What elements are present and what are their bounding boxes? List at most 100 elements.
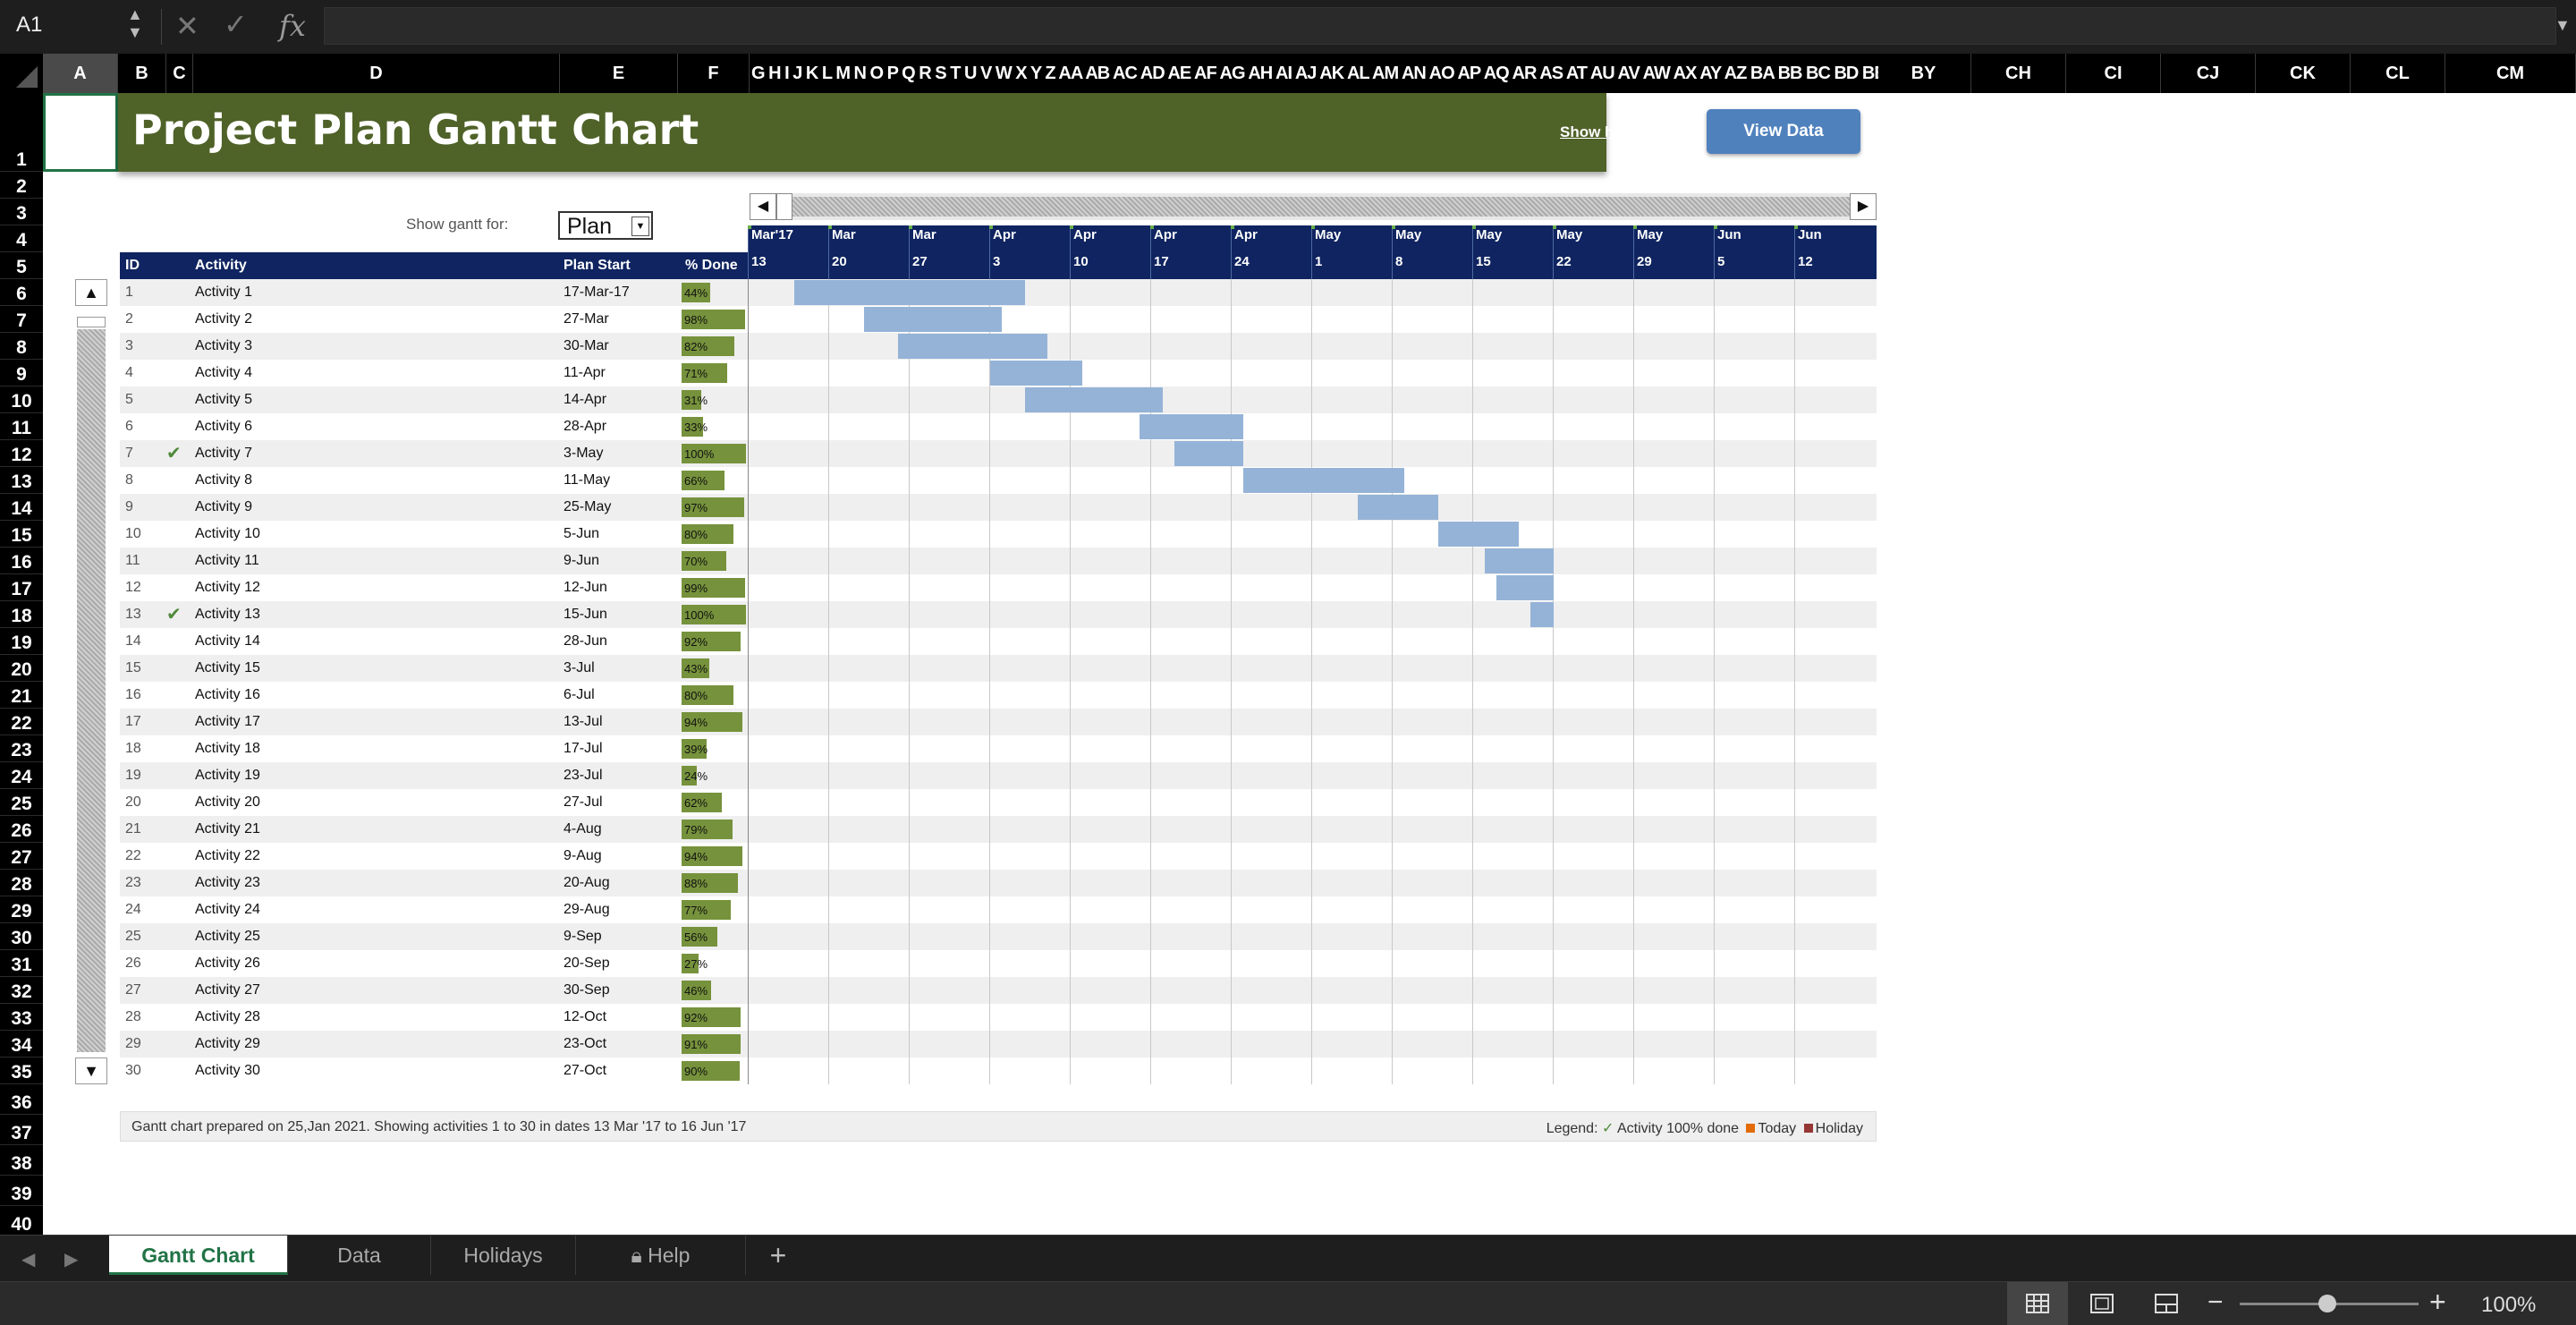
chevron-down-icon[interactable]: ▼ — [631, 217, 649, 236]
gantt-bar[interactable] — [863, 307, 1002, 332]
progress-cell[interactable]: 66% — [682, 471, 748, 490]
scroll-thumb[interactable] — [77, 317, 106, 327]
row-header[interactable]: 4 — [0, 225, 43, 252]
cancel-icon[interactable]: ✕ — [175, 9, 199, 43]
progress-cell[interactable]: 88% — [682, 873, 748, 893]
row-header[interactable]: 20 — [0, 655, 43, 682]
plan-start[interactable]: 14-Apr — [564, 392, 606, 408]
progress-cell[interactable]: 100% — [682, 605, 748, 624]
plan-start[interactable]: 4-Aug — [564, 821, 602, 837]
table-row[interactable]: 11 Activity 11 9-Jun 70% — [120, 548, 1877, 574]
row-header[interactable]: 1 — [0, 93, 43, 172]
plan-start[interactable]: 17-Jul — [564, 741, 603, 757]
progress-cell[interactable]: 46% — [682, 981, 748, 1000]
activity-name[interactable]: Activity 10 — [195, 526, 260, 542]
plan-start[interactable]: 23-Oct — [564, 1036, 606, 1052]
row-header[interactable]: 18 — [0, 601, 43, 628]
name-box-stepper[interactable]: ▲ ▼ — [127, 5, 143, 41]
progress-cell[interactable]: 77% — [682, 900, 748, 920]
activity-name[interactable]: Activity 24 — [195, 902, 260, 918]
row-header[interactable]: 9 — [0, 360, 43, 386]
activity-name[interactable]: Activity 1 — [195, 285, 252, 301]
zoom-slider-thumb[interactable] — [2318, 1295, 2336, 1312]
plan-start[interactable]: 27-Jul — [564, 794, 603, 811]
plan-start[interactable]: 3-May — [564, 446, 603, 462]
column-header-by[interactable]: BY — [1877, 54, 1971, 93]
progress-cell[interactable]: 94% — [682, 712, 748, 732]
activity-name[interactable]: Activity 4 — [195, 365, 252, 381]
progress-cell[interactable]: 33% — [682, 417, 748, 437]
table-row[interactable]: 8 Activity 8 11-May 66% — [120, 467, 1877, 494]
row-header[interactable]: 23 — [0, 735, 43, 762]
scroll-right-icon[interactable]: ▶ — [1850, 193, 1877, 220]
row-header[interactable]: 29 — [0, 896, 43, 923]
table-row[interactable]: 16 Activity 16 6-Jul 80% — [120, 682, 1877, 709]
table-row[interactable]: 14 Activity 14 28-Jun 92% — [120, 628, 1877, 655]
table-row[interactable]: 22 Activity 22 9-Aug 94% — [120, 843, 1877, 870]
plan-start[interactable]: 11-May — [564, 472, 610, 488]
row-header[interactable]: 15 — [0, 521, 43, 548]
plan-start[interactable]: 9-Jun — [564, 553, 599, 569]
enter-icon[interactable]: ✓ — [224, 7, 248, 41]
row-header[interactable]: 35 — [0, 1057, 43, 1084]
scroll-left-icon[interactable]: ◀ — [750, 193, 776, 220]
progress-cell[interactable]: 80% — [682, 524, 748, 544]
progress-cell[interactable]: 80% — [682, 685, 748, 705]
scroll-thumb[interactable] — [776, 193, 792, 220]
progress-cell[interactable]: 31% — [682, 390, 748, 410]
scroll-track[interactable] — [792, 197, 1850, 217]
progress-cell[interactable]: 27% — [682, 954, 748, 973]
row-header[interactable]: 25 — [0, 789, 43, 816]
activity-name[interactable]: Activity 23 — [195, 875, 260, 891]
table-row[interactable]: 9 Activity 9 25-May 97% — [120, 494, 1877, 521]
select-all-corner[interactable] — [0, 54, 44, 93]
gantt-bar[interactable] — [1496, 575, 1554, 600]
table-row[interactable]: 2 Activity 2 27-Mar 98% — [120, 306, 1877, 333]
table-row[interactable]: 26 Activity 26 20-Sep 27% — [120, 950, 1877, 977]
function-icon[interactable]: fx — [279, 9, 306, 43]
name-box[interactable]: A1 — [16, 13, 42, 38]
plan-start[interactable]: 23-Jul — [564, 768, 603, 784]
tab-help[interactable]: 🔒︎ Help — [576, 1236, 746, 1275]
table-row[interactable]: 15 Activity 15 3-Jul 43% — [120, 655, 1877, 682]
progress-cell[interactable]: 24% — [682, 766, 748, 786]
page-break-view-icon[interactable] — [2136, 1282, 2197, 1325]
gantt-bar[interactable] — [898, 334, 1048, 359]
table-row[interactable]: 27 Activity 27 30-Sep 46% — [120, 977, 1877, 1004]
row-header[interactable]: 28 — [0, 870, 43, 896]
activity-name[interactable]: Activity 17 — [195, 714, 260, 730]
activity-name[interactable]: Activity 14 — [195, 633, 260, 650]
activity-name[interactable]: Activity 28 — [195, 1009, 260, 1025]
row-header[interactable]: 40 — [0, 1206, 43, 1236]
table-row[interactable]: 24 Activity 24 29-Aug 77% — [120, 896, 1877, 923]
plan-start[interactable]: 11-Apr — [564, 365, 606, 381]
row-header[interactable]: 27 — [0, 843, 43, 870]
plan-start[interactable]: 12-Jun — [564, 580, 607, 596]
progress-cell[interactable]: 79% — [682, 820, 748, 839]
progress-cell[interactable]: 82% — [682, 336, 748, 356]
plan-start[interactable]: 28-Apr — [564, 419, 606, 435]
progress-cell[interactable]: 91% — [682, 1034, 748, 1054]
progress-cell[interactable]: 44% — [682, 283, 748, 302]
table-row[interactable]: 20 Activity 20 27-Jul 62% — [120, 789, 1877, 816]
tab-prev-icon[interactable]: ◀ — [21, 1248, 35, 1270]
plan-start[interactable]: 5-Jun — [564, 526, 599, 542]
progress-cell[interactable]: 70% — [682, 551, 748, 571]
table-row[interactable]: 5 Activity 5 14-Apr 31% — [120, 386, 1877, 413]
column-header-b[interactable]: B — [118, 54, 166, 93]
add-sheet-button[interactable]: + — [751, 1236, 805, 1275]
row-header[interactable]: 2 — [0, 172, 43, 199]
table-row[interactable]: 4 Activity 4 11-Apr 71% — [120, 360, 1877, 386]
gantt-bar[interactable] — [1358, 495, 1439, 520]
column-header-e[interactable]: E — [560, 54, 678, 93]
activity-name[interactable]: Activity 25 — [195, 929, 260, 945]
tab-holidays[interactable]: Holidays — [431, 1236, 576, 1275]
activity-name[interactable]: Activity 9 — [195, 499, 252, 515]
table-row[interactable]: 19 Activity 19 23-Jul 24% — [120, 762, 1877, 789]
activity-scrollbar[interactable]: ▲ ▼ — [75, 279, 107, 1084]
table-row[interactable]: 13 ✔ Activity 13 15-Jun 100% — [120, 601, 1877, 628]
table-row[interactable]: 25 Activity 25 9-Sep 56% — [120, 923, 1877, 950]
plan-start[interactable]: 15-Jun — [564, 607, 607, 623]
row-header[interactable]: 19 — [0, 628, 43, 655]
column-header-ch[interactable]: CH — [1971, 54, 2066, 93]
